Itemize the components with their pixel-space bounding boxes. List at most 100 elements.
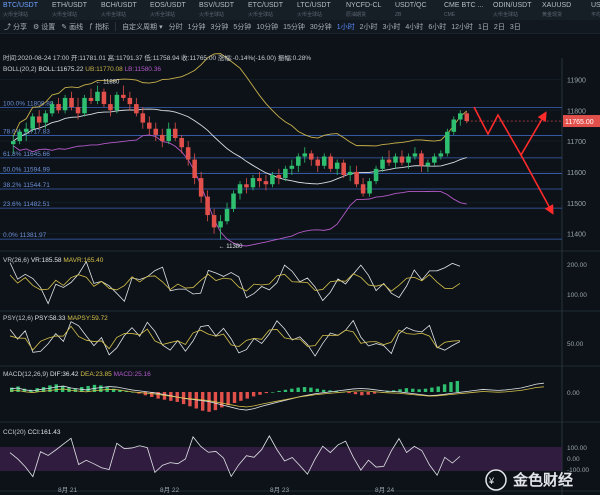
candle-body bbox=[56, 104, 61, 111]
indicator-value: PSY:58.33 bbox=[35, 315, 68, 322]
macd-bar bbox=[258, 392, 262, 395]
macd-bar bbox=[264, 392, 269, 394]
candle-body bbox=[231, 193, 236, 209]
candle-body bbox=[451, 119, 457, 132]
interval-13[interactable]: 1日 bbox=[478, 22, 489, 32]
ticker-5[interactable]: ETC/USDT 火币全球站 bbox=[245, 0, 294, 20]
candle-body bbox=[438, 153, 444, 157]
macd-bar bbox=[251, 392, 256, 397]
settings-button[interactable]: ⚙ 设置 bbox=[33, 22, 55, 32]
ticker-0[interactable]: BTC/USDT 火币全球站 bbox=[0, 0, 49, 20]
ticker-11[interactable]: XAUUSD 黄金现货 bbox=[539, 0, 588, 20]
ticker-9[interactable]: CME BTC ... CME bbox=[441, 0, 490, 20]
macd-bar bbox=[283, 389, 288, 392]
ticker-12[interactable]: USDT / CNY 平均价 bbox=[588, 0, 600, 20]
ticker-exchange: 火币全球站 bbox=[248, 12, 274, 18]
candle-body bbox=[95, 91, 100, 101]
indicator-value: MAPSY:59.72 bbox=[67, 315, 108, 322]
indicator-value: PSY(12,6) bbox=[3, 315, 35, 322]
indicator-value: DIF:36.42 bbox=[50, 371, 80, 378]
chart-canvas: 100.0% 11808.8978.6% 11717.8361.8% 11645… bbox=[0, 34, 600, 495]
pencil-icon: ✎ bbox=[61, 23, 68, 31]
candle-body bbox=[380, 159, 385, 169]
draw-button[interactable]: ✎ 画线 bbox=[61, 22, 83, 32]
candle-body bbox=[250, 178, 256, 188]
ticker-6[interactable]: LTC/USDT 火币全球站 bbox=[294, 0, 343, 20]
interval-7[interactable]: 1小时 bbox=[337, 22, 355, 32]
ticker-4[interactable]: BSV/USDT 火币全球站 bbox=[196, 0, 245, 20]
interval-12[interactable]: 12小时 bbox=[451, 22, 473, 32]
ticker-1[interactable]: ETH/USDT 火币全球站 bbox=[49, 0, 98, 20]
macd-bar bbox=[271, 392, 275, 393]
macd-bar bbox=[372, 392, 377, 394]
interval-10[interactable]: 4小时 bbox=[405, 22, 423, 32]
interval-11[interactable]: 6小时 bbox=[428, 22, 446, 32]
indicator-value: DEA:23.85 bbox=[80, 371, 113, 378]
candle-body bbox=[114, 94, 120, 111]
interval-2[interactable]: 3分钟 bbox=[210, 22, 228, 32]
ticker-8[interactable]: USDT/QC ZB bbox=[392, 0, 441, 20]
ohlc-info: 时间:2020-08-24 17:00 开:11781.01 高:11791.3… bbox=[3, 53, 311, 62]
candle-body bbox=[386, 159, 392, 163]
candle-body bbox=[309, 153, 314, 160]
interval-4[interactable]: 10分钟 bbox=[256, 22, 278, 32]
ticker-name: LTC/USDT bbox=[297, 2, 331, 9]
macd-bar bbox=[200, 392, 205, 411]
interval-8[interactable]: 2小时 bbox=[360, 22, 378, 32]
candle-body bbox=[289, 165, 295, 169]
interval-1[interactable]: 1分钟 bbox=[188, 22, 206, 32]
candle-body bbox=[244, 184, 249, 188]
interval-5[interactable]: 15分钟 bbox=[283, 22, 305, 32]
candle-body bbox=[140, 113, 146, 123]
ticker-name: XAUUSD bbox=[542, 2, 572, 9]
candle-body bbox=[17, 131, 22, 142]
low-annotation: ← 11380 bbox=[219, 244, 244, 250]
candle-body bbox=[69, 97, 74, 108]
indicator-value: VR(26,6) bbox=[3, 257, 31, 264]
interval-3[interactable]: 5分钟 bbox=[233, 22, 251, 32]
macd-bar bbox=[404, 388, 409, 392]
macd-bar bbox=[290, 388, 294, 392]
ticker-name: BTC/USDT bbox=[3, 2, 38, 9]
ticker-exchange: CME bbox=[444, 12, 456, 18]
indicators-button[interactable]: ƒ 指标 bbox=[89, 22, 109, 32]
interval-6[interactable]: 30分钟 bbox=[310, 22, 332, 32]
interval-9[interactable]: 3小时 bbox=[383, 22, 401, 32]
candle-body bbox=[425, 162, 431, 166]
candle-body bbox=[367, 181, 372, 194]
indicator-icon: ƒ bbox=[89, 23, 94, 30]
candle-body bbox=[192, 159, 197, 179]
candle-body bbox=[237, 184, 243, 194]
share-button[interactable]: ⤴ 分享 bbox=[4, 22, 27, 32]
fib-label: 61.8% 11645.66 bbox=[3, 151, 50, 158]
ticker-10[interactable]: ODIN/USDT 火币全球站 bbox=[490, 0, 539, 20]
vr-tick: 100.00 bbox=[567, 292, 587, 299]
price-tick-label: 11900 bbox=[567, 77, 586, 84]
candle-body bbox=[166, 128, 171, 142]
ticker-7[interactable]: NYCFD-CL 原油期货 bbox=[343, 0, 392, 20]
macd-bar bbox=[436, 386, 440, 392]
ticker-3[interactable]: EOS/USDT 火币全球站 bbox=[147, 0, 196, 20]
candle-body bbox=[419, 153, 424, 166]
indicator-value: CCI(20) bbox=[3, 429, 28, 436]
candle-body bbox=[218, 221, 223, 228]
price-tick-label: 11400 bbox=[567, 232, 586, 239]
candle-body bbox=[134, 104, 139, 114]
macd-bar bbox=[54, 384, 58, 392]
fib-label: 38.2% 11544.71 bbox=[3, 182, 50, 189]
custom-interval-button[interactable]: 自定义周期 ▾ bbox=[122, 22, 163, 32]
candle-body bbox=[224, 208, 230, 222]
indicator-value: VR:185.58 bbox=[31, 257, 64, 264]
interval-14[interactable]: 2日 bbox=[494, 22, 505, 32]
boll-value: LB:11580.36 bbox=[123, 66, 162, 73]
ticker-2[interactable]: BCH/USDT 火币全球站 bbox=[98, 0, 147, 20]
candle-body bbox=[82, 97, 87, 114]
fib-label: 50.0% 11594.99 bbox=[3, 166, 50, 173]
interval-15[interactable]: 3日 bbox=[510, 22, 521, 32]
macd-bar bbox=[321, 389, 326, 392]
ticker-name: BCH/USDT bbox=[101, 2, 137, 9]
candle-body bbox=[302, 153, 308, 157]
ticker-name: ODIN/USDT bbox=[493, 2, 532, 9]
candle-body bbox=[347, 171, 353, 175]
interval-0[interactable]: 分时 bbox=[169, 22, 183, 32]
